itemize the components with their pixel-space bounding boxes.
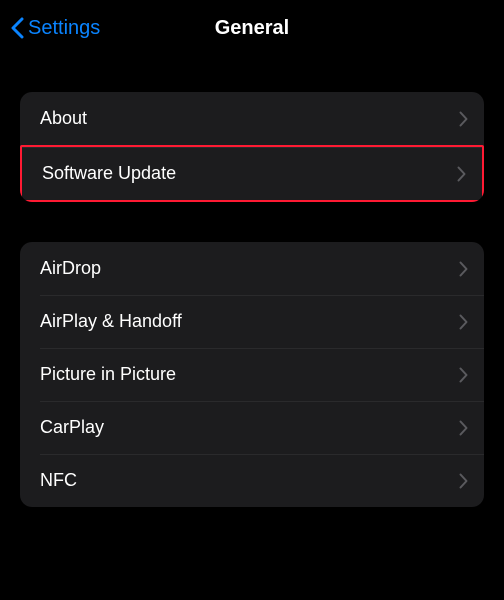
row-label: Software Update <box>42 163 176 184</box>
row-label: NFC <box>40 470 77 491</box>
row-airplay-handoff[interactable]: AirPlay & Handoff <box>20 295 484 348</box>
row-label: Picture in Picture <box>40 364 176 385</box>
navigation-bar: Settings General <box>0 0 504 56</box>
row-label: AirPlay & Handoff <box>40 311 182 332</box>
chevron-right-icon <box>459 473 468 489</box>
row-picture-in-picture[interactable]: Picture in Picture <box>20 348 484 401</box>
chevron-right-icon <box>459 314 468 330</box>
chevron-right-icon <box>459 367 468 383</box>
row-about[interactable]: About <box>20 92 484 145</box>
back-button[interactable]: Settings <box>0 17 100 40</box>
chevron-right-icon <box>457 166 466 182</box>
chevron-left-icon <box>10 17 24 39</box>
chevron-right-icon <box>459 420 468 436</box>
settings-group-1: About Software Update <box>20 92 484 202</box>
chevron-right-icon <box>459 261 468 277</box>
content: About Software Update AirDrop AirPlay & … <box>0 92 504 507</box>
settings-group-2: AirDrop AirPlay & Handoff Picture in Pic… <box>20 242 484 507</box>
row-nfc[interactable]: NFC <box>20 454 484 507</box>
row-label: About <box>40 108 87 129</box>
row-carplay[interactable]: CarPlay <box>20 401 484 454</box>
row-label: CarPlay <box>40 417 104 438</box>
row-software-update[interactable]: Software Update <box>20 145 484 202</box>
back-label: Settings <box>28 17 100 40</box>
row-airdrop[interactable]: AirDrop <box>20 242 484 295</box>
row-label: AirDrop <box>40 258 101 279</box>
chevron-right-icon <box>459 111 468 127</box>
